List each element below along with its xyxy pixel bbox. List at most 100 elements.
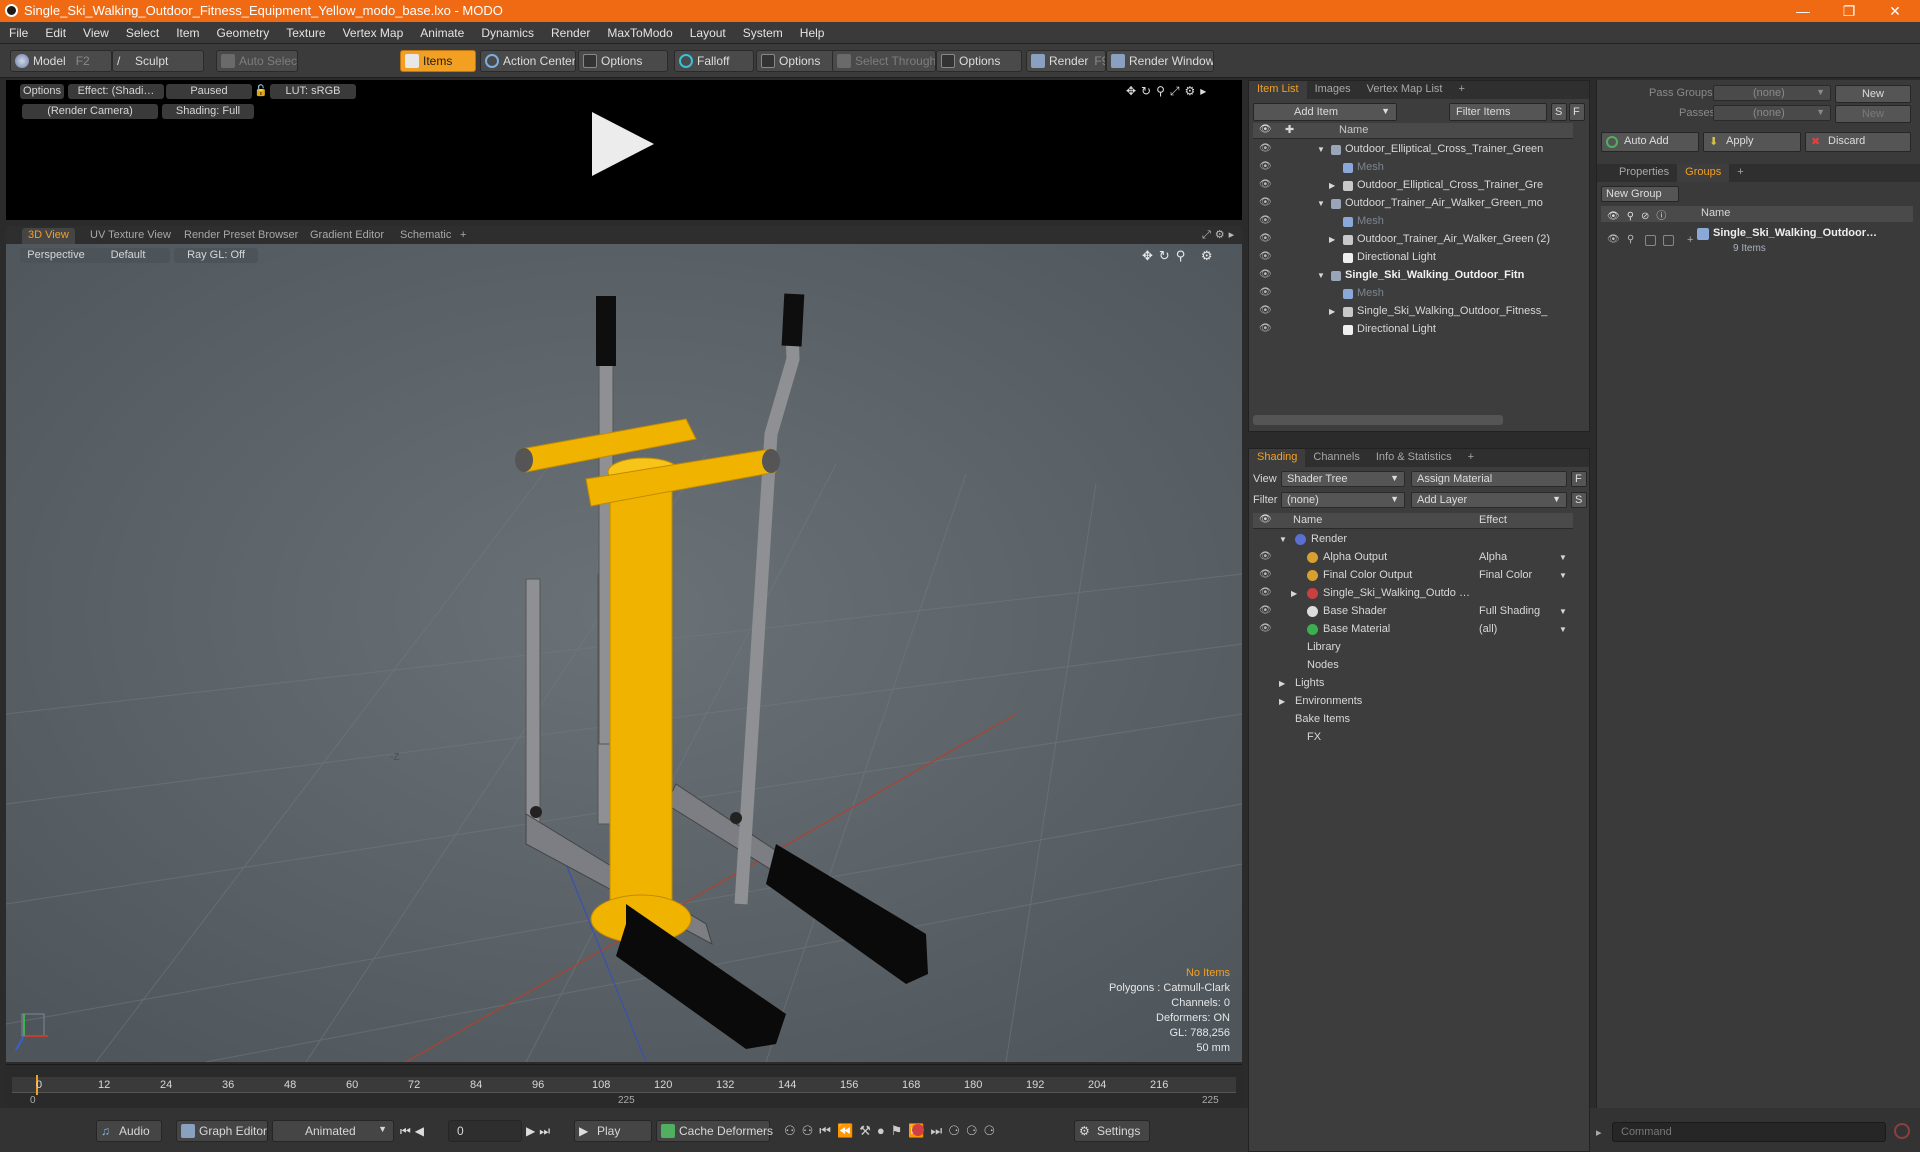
group-row[interactable]: 👁 ⚲ + Single_Ski_Walking_Outdoor… 9 Item… bbox=[1601, 226, 1913, 260]
new-pass-group-button[interactable]: New bbox=[1835, 85, 1911, 103]
render-toggle-icon[interactable]: ⚲ bbox=[1627, 234, 1639, 246]
search-s-button[interactable]: S bbox=[1551, 103, 1567, 121]
menu-view[interactable]: View bbox=[74, 22, 117, 44]
item-list-row[interactable]: 👁 ▼ Single_Ski_Walking_Outdoor_Fitn bbox=[1253, 267, 1573, 285]
visibility-icon[interactable]: 👁 bbox=[1259, 623, 1272, 635]
view-dropdown[interactable]: Shader Tree ▼ bbox=[1281, 471, 1405, 487]
filter-items-input[interactable]: Filter Items bbox=[1449, 103, 1547, 121]
frame-input[interactable]: 0 bbox=[448, 1120, 522, 1142]
shader-tree-row[interactable]: Bake Items bbox=[1253, 711, 1573, 729]
visibility-icon[interactable]: 👁 bbox=[1259, 143, 1272, 155]
tab-schematic[interactable]: Schematic bbox=[394, 228, 457, 244]
item-list-row[interactable]: 👁 Directional Light bbox=[1253, 321, 1573, 339]
item-list-row[interactable]: 👁 Mesh bbox=[1253, 159, 1573, 177]
paused-toggle[interactable]: Paused bbox=[166, 84, 252, 99]
visibility-icon[interactable]: 👁 bbox=[1607, 234, 1620, 245]
tab-uv-texture-view[interactable]: UV Texture View bbox=[84, 228, 177, 244]
apply-button[interactable]: ⬇ Apply bbox=[1703, 132, 1801, 152]
viewport-nav-icons[interactable]: ✥↻⚲ ⚙ bbox=[1142, 248, 1238, 264]
shader-tree-row[interactable]: 👁 Base Shader Full Shading ▼ bbox=[1253, 603, 1573, 621]
add-tab-button[interactable]: + bbox=[1450, 81, 1472, 99]
expand-arrow-icon[interactable]: ▶ bbox=[1279, 697, 1285, 706]
command-input[interactable]: Command bbox=[1612, 1122, 1886, 1142]
chevron-down-icon[interactable]: ▼ bbox=[1559, 571, 1567, 580]
maximize-button[interactable]: ❐ bbox=[1826, 1, 1872, 21]
graph-editor-button[interactable]: Graph Editor bbox=[176, 1120, 268, 1142]
shader-tree-row[interactable]: 👁 Base Material (all) ▼ bbox=[1253, 621, 1573, 639]
shading-f-button[interactable]: F bbox=[1571, 471, 1587, 487]
expand-icon[interactable]: + bbox=[1687, 234, 1693, 246]
menu-vertex-map[interactable]: Vertex Map bbox=[334, 22, 412, 44]
visibility-icon[interactable]: 👁 bbox=[1259, 605, 1272, 617]
add-tab-button[interactable]: + bbox=[1729, 164, 1751, 182]
menu-edit[interactable]: Edit bbox=[36, 22, 74, 44]
tab-vertex-map-list[interactable]: Vertex Map List bbox=[1359, 81, 1451, 99]
new-group-button[interactable]: New Group bbox=[1601, 186, 1679, 202]
shading-s-button[interactable]: S bbox=[1571, 492, 1587, 508]
item-list-row[interactable]: 👁 ▶ Single_Ski_Walking_Outdoor_Fitness_ bbox=[1253, 303, 1573, 321]
item-list-row[interactable]: 👁 Directional Light bbox=[1253, 249, 1573, 267]
chevron-down-icon[interactable]: ▼ bbox=[1559, 607, 1567, 616]
preview-nav-icons[interactable]: ✥↻⚲⤢⚙▸ bbox=[1126, 84, 1236, 98]
item-list-row[interactable]: 👁 Mesh bbox=[1253, 213, 1573, 231]
visibility-icon[interactable]: 👁 bbox=[1259, 287, 1272, 299]
items-mode-button[interactable]: Items bbox=[400, 50, 476, 72]
lut-dropdown[interactable]: LUT: sRGB bbox=[270, 84, 356, 99]
auto-select-button[interactable]: Auto Select bbox=[216, 50, 298, 72]
tab-shading[interactable]: Shading bbox=[1249, 449, 1306, 467]
menu-layout[interactable]: Layout bbox=[681, 22, 734, 44]
visibility-icon[interactable]: 👁 bbox=[1259, 569, 1272, 581]
shader-tree-row[interactable]: 👁 Alpha Output Alpha ▼ bbox=[1253, 549, 1573, 567]
menu-geometry[interactable]: Geometry bbox=[208, 22, 278, 44]
shader-tree-row[interactable]: Nodes bbox=[1253, 657, 1573, 675]
effect-value[interactable]: (all) bbox=[1479, 623, 1497, 635]
auto-add-button[interactable]: Auto Add bbox=[1601, 132, 1699, 152]
menu-file[interactable]: File bbox=[0, 22, 36, 44]
expand-arrow-icon[interactable]: ▶ bbox=[1329, 307, 1335, 316]
collapse-arrow-icon[interactable]: ▼ bbox=[1317, 199, 1325, 208]
expand-arrow-icon[interactable]: ▶ bbox=[1279, 679, 1285, 688]
effect-value[interactable]: Alpha bbox=[1479, 551, 1507, 563]
raygl-dropdown[interactable]: Ray GL: Off bbox=[174, 248, 258, 263]
menu-animate[interactable]: Animate bbox=[411, 22, 472, 44]
camera-dropdown[interactable]: (Render Camera) bbox=[22, 104, 158, 119]
passes-dropdown[interactable]: (none) ▼ bbox=[1713, 105, 1831, 121]
sculpt-mode-button[interactable]: / Sculpt bbox=[112, 50, 204, 72]
menu-texture[interactable]: Texture bbox=[277, 22, 333, 44]
animated-dropdown[interactable]: Animated ▼ bbox=[272, 1120, 394, 1142]
filter-dropdown[interactable]: (none) ▼ bbox=[1281, 492, 1405, 508]
settings-button[interactable]: ⚙ Settings bbox=[1074, 1120, 1150, 1142]
effect-dropdown[interactable]: Effect: (Shadi… bbox=[68, 84, 164, 99]
menu-item[interactable]: Item bbox=[167, 22, 207, 44]
visibility-icon[interactable]: 👁 bbox=[1259, 215, 1272, 227]
audio-button[interactable]: ♫ Audio bbox=[96, 1120, 162, 1142]
tab-channels[interactable]: Channels bbox=[1305, 449, 1367, 467]
add-item-dropdown[interactable]: Add Item ▼ bbox=[1253, 103, 1397, 121]
render-window-button[interactable]: Render Window bbox=[1106, 50, 1214, 72]
shader-tree-row[interactable]: 👁 Final Color Output Final Color ▼ bbox=[1253, 567, 1573, 585]
model-mode-button[interactable]: Model F2 bbox=[10, 50, 112, 72]
forward-buttons[interactable]: ▶⏭ bbox=[526, 1124, 568, 1139]
new-pass-button[interactable]: New bbox=[1835, 105, 1911, 123]
expand-arrow-icon[interactable]: ▶ bbox=[1291, 589, 1297, 598]
minimize-button[interactable]: — bbox=[1780, 1, 1826, 21]
shader-tree-row[interactable]: ▶ Environments bbox=[1253, 693, 1573, 711]
tab-properties[interactable]: Properties bbox=[1611, 164, 1677, 182]
visibility-icon[interactable]: 👁 bbox=[1259, 251, 1272, 263]
filter-f-button[interactable]: F bbox=[1569, 103, 1585, 121]
play-button[interactable]: ▶ Play bbox=[574, 1120, 652, 1142]
lock-checkbox[interactable] bbox=[1645, 235, 1656, 246]
rewind-buttons[interactable]: ⏮◀ bbox=[400, 1124, 442, 1139]
discard-button[interactable]: ✖ Discard bbox=[1805, 132, 1911, 152]
tab-render-preset-browser[interactable]: Render Preset Browser bbox=[178, 228, 304, 244]
item-list-row[interactable]: 👁 ▶ Outdoor_Trainer_Air_Walker_Green (2) bbox=[1253, 231, 1573, 249]
chevron-down-icon[interactable]: ▼ bbox=[1559, 553, 1567, 562]
assign-material-button[interactable]: Assign Material bbox=[1411, 471, 1567, 487]
render-preview[interactable]: Options Effect: (Shadi… Paused 🔓 LUT: sR… bbox=[6, 80, 1242, 220]
shader-tree-row[interactable]: 👁 ▶ Single_Ski_Walking_Outdo … bbox=[1253, 585, 1573, 603]
default-style-dropdown[interactable]: Default bbox=[86, 248, 170, 263]
horizontal-scrollbar[interactable] bbox=[1253, 415, 1503, 425]
tab-groups[interactable]: Groups bbox=[1677, 164, 1730, 182]
visibility-icon[interactable]: 👁 bbox=[1259, 269, 1272, 281]
expand-arrow-icon[interactable]: ▶ bbox=[1329, 181, 1335, 190]
